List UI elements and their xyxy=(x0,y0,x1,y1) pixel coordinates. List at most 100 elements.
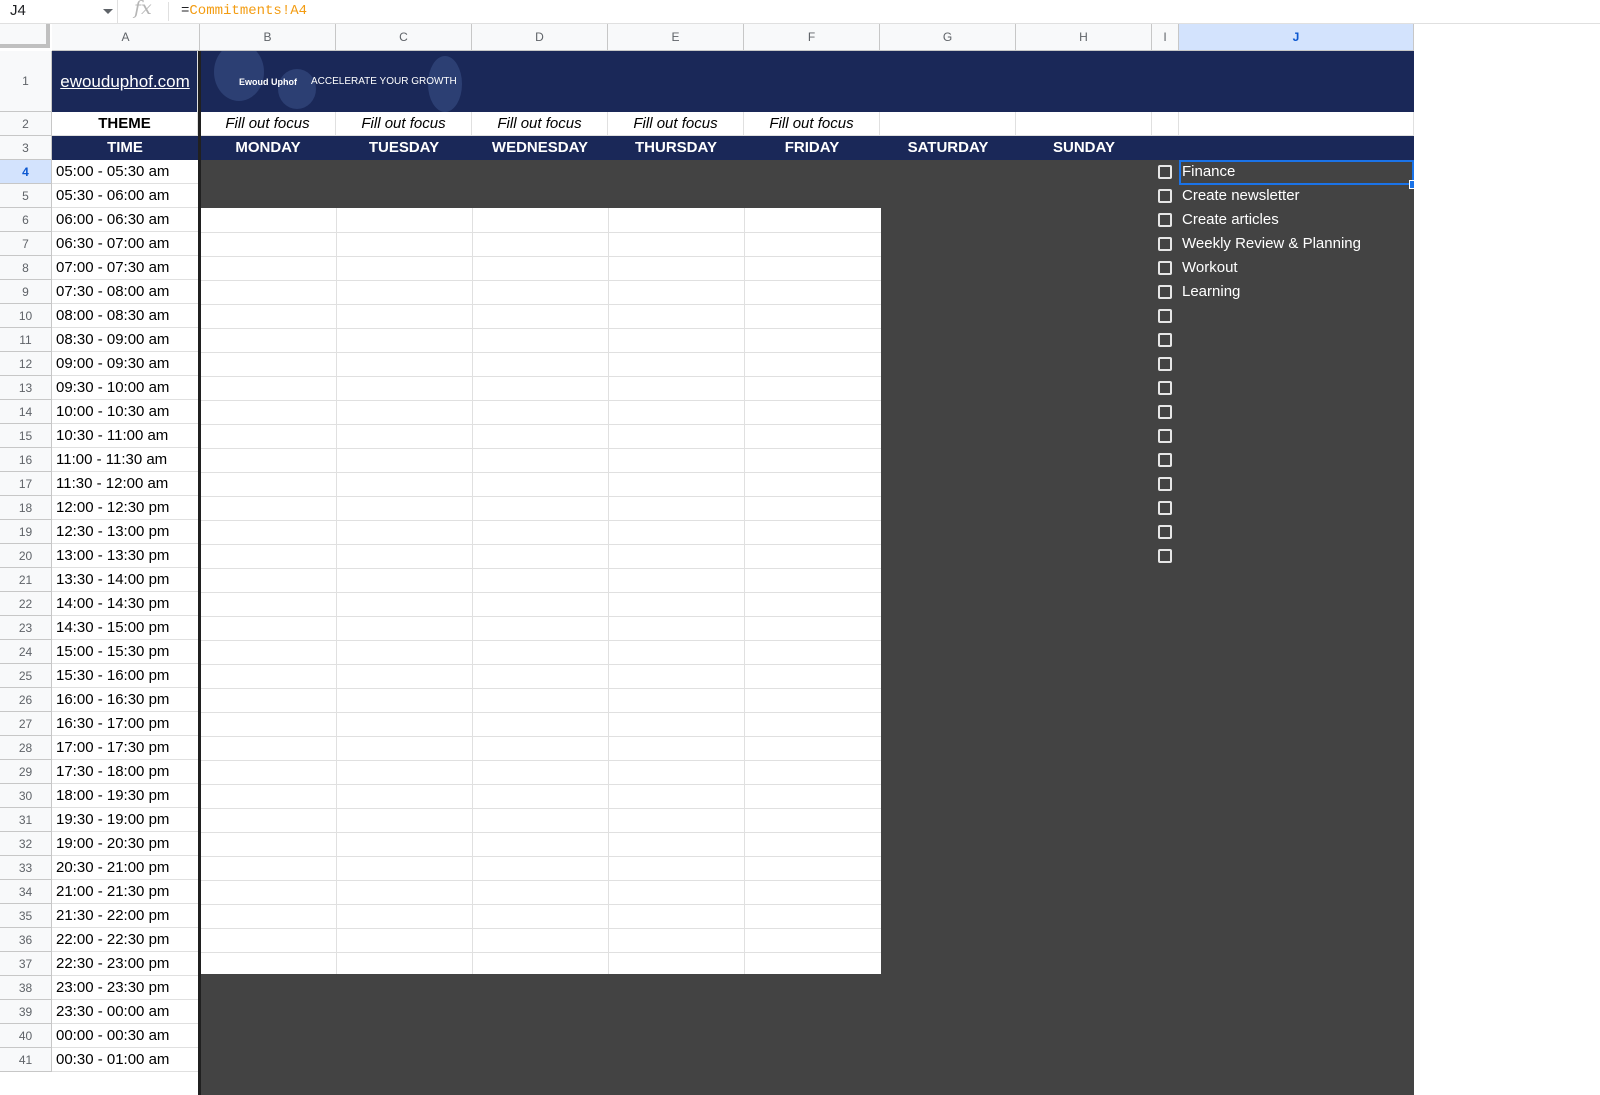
time-slot[interactable]: 15:00 - 15:30 pm xyxy=(52,640,198,664)
column-header-g[interactable]: G xyxy=(880,24,1016,51)
row-header-35[interactable]: 35 xyxy=(0,904,52,928)
row-header-3[interactable]: 3 xyxy=(0,136,52,160)
time-slot[interactable]: 09:00 - 09:30 am xyxy=(52,352,198,376)
time-slot[interactable]: 19:00 - 20:30 pm xyxy=(52,832,198,856)
row-header-26[interactable]: 26 xyxy=(0,688,52,712)
time-slot[interactable]: 07:00 - 07:30 am xyxy=(52,256,198,280)
empty-cell[interactable] xyxy=(1152,112,1179,136)
row-header-40[interactable]: 40 xyxy=(0,1024,52,1048)
time-slot[interactable]: 22:30 - 23:00 pm xyxy=(52,952,198,976)
row-header-38[interactable]: 38 xyxy=(0,976,52,1000)
time-slot[interactable]: 08:00 - 08:30 am xyxy=(52,304,198,328)
row-header-37[interactable]: 37 xyxy=(0,952,52,976)
row-header-23[interactable]: 23 xyxy=(0,616,52,640)
commitment-item[interactable]: Learning xyxy=(1182,283,1240,300)
weekday-schedule-area[interactable] xyxy=(201,208,881,974)
row-header-28[interactable]: 28 xyxy=(0,736,52,760)
commitment-item[interactable]: Weekly Review & Planning xyxy=(1182,235,1361,252)
row-header-12[interactable]: 12 xyxy=(0,352,52,376)
checkbox[interactable] xyxy=(1158,453,1172,467)
website-link[interactable]: ewouduphof.com xyxy=(52,72,197,92)
commitment-item[interactable]: Create newsletter xyxy=(1182,187,1300,204)
commitment-item[interactable]: Create articles xyxy=(1182,211,1279,228)
column-header-a[interactable]: A xyxy=(52,24,200,51)
row-header-5[interactable]: 5 xyxy=(0,184,52,208)
day-header-thursday[interactable]: THURSDAY xyxy=(608,136,744,160)
time-slot[interactable]: 06:00 - 06:30 am xyxy=(52,208,198,232)
time-slot[interactable]: 08:30 - 09:00 am xyxy=(52,328,198,352)
row-header-19[interactable]: 19 xyxy=(0,520,52,544)
column-header-j[interactable]: J xyxy=(1179,24,1414,51)
checkbox[interactable] xyxy=(1158,189,1172,203)
time-slot[interactable]: 14:30 - 15:00 pm xyxy=(52,616,198,640)
row-header-25[interactable]: 25 xyxy=(0,664,52,688)
row-header-31[interactable]: 31 xyxy=(0,808,52,832)
row-header-32[interactable]: 32 xyxy=(0,832,52,856)
row-header-39[interactable]: 39 xyxy=(0,1000,52,1024)
row-header-9[interactable]: 9 xyxy=(0,280,52,304)
column-header-d[interactable]: D xyxy=(472,24,608,51)
checkbox[interactable] xyxy=(1158,381,1172,395)
time-header[interactable]: TIME xyxy=(52,136,198,160)
empty-cell[interactable] xyxy=(1179,112,1414,136)
time-slot[interactable]: 17:30 - 18:00 pm xyxy=(52,760,198,784)
checkbox[interactable] xyxy=(1158,261,1172,275)
column-header-e[interactable]: E xyxy=(608,24,744,51)
column-header-f[interactable]: F xyxy=(744,24,880,51)
time-slot[interactable]: 06:30 - 07:00 am xyxy=(52,232,198,256)
row-header-30[interactable]: 30 xyxy=(0,784,52,808)
day-header-saturday[interactable]: SATURDAY xyxy=(880,136,1016,160)
row-header-7[interactable]: 7 xyxy=(0,232,52,256)
time-slot[interactable]: 10:00 - 10:30 am xyxy=(52,400,198,424)
time-slot[interactable]: 23:00 - 23:30 pm xyxy=(52,976,198,1000)
row-header-34[interactable]: 34 xyxy=(0,880,52,904)
time-slot[interactable]: 05:30 - 06:00 am xyxy=(52,184,198,208)
empty-cell[interactable] xyxy=(1016,112,1152,136)
checkbox[interactable] xyxy=(1158,525,1172,539)
checkbox[interactable] xyxy=(1158,165,1172,179)
row-header-14[interactable]: 14 xyxy=(0,400,52,424)
row-header-24[interactable]: 24 xyxy=(0,640,52,664)
row-header-10[interactable]: 10 xyxy=(0,304,52,328)
row-header-1[interactable]: 1 xyxy=(0,51,52,112)
row-header-6[interactable]: 6 xyxy=(0,208,52,232)
row-header-20[interactable]: 20 xyxy=(0,544,52,568)
time-slot[interactable]: 23:30 - 00:00 am xyxy=(52,1000,198,1024)
day-header-wednesday[interactable]: WEDNESDAY xyxy=(472,136,608,160)
time-slot[interactable]: 07:30 - 08:00 am xyxy=(52,280,198,304)
checkbox[interactable] xyxy=(1158,285,1172,299)
day-header-tuesday[interactable]: TUESDAY xyxy=(336,136,472,160)
row-header-33[interactable]: 33 xyxy=(0,856,52,880)
row-header-16[interactable]: 16 xyxy=(0,448,52,472)
time-slot[interactable]: 16:00 - 16:30 pm xyxy=(52,688,198,712)
time-slot[interactable]: 12:00 - 12:30 pm xyxy=(52,496,198,520)
time-slot[interactable]: 21:00 - 21:30 pm xyxy=(52,880,198,904)
time-slot[interactable]: 00:30 - 01:00 am xyxy=(52,1048,198,1072)
checkbox[interactable] xyxy=(1158,429,1172,443)
focus-cell[interactable]: Fill out focus xyxy=(744,112,880,136)
time-slot[interactable]: 16:30 - 17:00 pm xyxy=(52,712,198,736)
checkbox[interactable] xyxy=(1158,405,1172,419)
time-slot[interactable]: 05:00 - 05:30 am xyxy=(52,160,198,184)
time-slot[interactable]: 15:30 - 16:00 pm xyxy=(52,664,198,688)
time-slot[interactable]: 20:30 - 21:00 pm xyxy=(52,856,198,880)
formula-input[interactable]: =Commitments!A4 xyxy=(181,3,307,19)
day-header-sunday[interactable]: SUNDAY xyxy=(1016,136,1152,160)
time-slot[interactable]: 09:30 - 10:00 am xyxy=(52,376,198,400)
checkbox[interactable] xyxy=(1158,549,1172,563)
time-slot[interactable]: 18:00 - 19:30 pm xyxy=(52,784,198,808)
time-slot[interactable]: 13:00 - 13:30 pm xyxy=(52,544,198,568)
focus-cell[interactable]: Fill out focus xyxy=(472,112,608,136)
checkbox[interactable] xyxy=(1158,477,1172,491)
column-header-i[interactable]: I xyxy=(1152,24,1179,51)
focus-cell[interactable]: Fill out focus xyxy=(200,112,336,136)
commitment-item[interactable]: Workout xyxy=(1182,259,1238,276)
row-header-8[interactable]: 8 xyxy=(0,256,52,280)
time-slot[interactable]: 14:00 - 14:30 pm xyxy=(52,592,198,616)
row-header-29[interactable]: 29 xyxy=(0,760,52,784)
focus-cell[interactable]: Fill out focus xyxy=(336,112,472,136)
day-header-monday[interactable]: MONDAY xyxy=(200,136,336,160)
time-slot[interactable]: 22:00 - 22:30 pm xyxy=(52,928,198,952)
time-slot[interactable]: 12:30 - 13:00 pm xyxy=(52,520,198,544)
empty-cell[interactable] xyxy=(880,112,1016,136)
